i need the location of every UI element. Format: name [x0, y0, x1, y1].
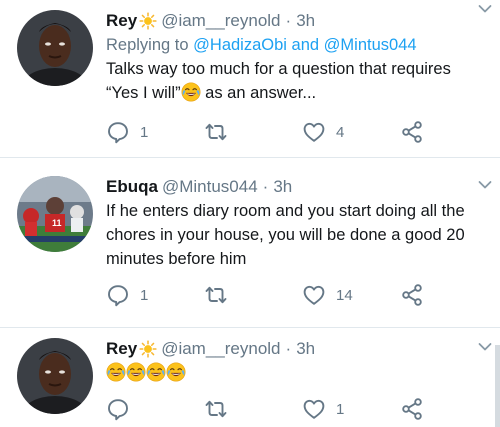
user-handle[interactable]: @Mintus044 [162, 177, 258, 197]
chevron-down-icon[interactable] [478, 4, 492, 14]
tweet[interactable]: Rey @iam__reynold · 3h 1 [0, 328, 500, 427]
reply-icon [106, 120, 130, 144]
timestamp[interactable]: 3h [296, 11, 315, 31]
share-button[interactable] [400, 282, 424, 308]
laughing-crying-emoji [106, 362, 126, 382]
mention-link[interactable]: @Mintus044 [324, 36, 417, 54]
reply-count: 1 [140, 286, 149, 304]
chevron-down-icon[interactable] [478, 342, 492, 352]
tweet[interactable]: 11 Ebuqa @Mintus044 · 3h If he enters di… [0, 158, 500, 328]
like-icon [302, 283, 326, 307]
reply-icon [106, 283, 130, 307]
share-icon [400, 283, 424, 307]
sun-emoji [139, 12, 157, 30]
avatar[interactable] [17, 338, 93, 414]
chevron-down-icon[interactable] [478, 180, 492, 190]
tweet-actions: 1 14 [106, 282, 446, 308]
tweet-text: Talks way too much for a question that r… [106, 57, 486, 105]
avatar[interactable]: 11 [17, 176, 93, 252]
display-name[interactable]: Rey [106, 11, 137, 31]
reply-count: 1 [140, 123, 149, 141]
laughing-crying-emoji [181, 82, 201, 102]
timestamp[interactable]: 3h [273, 177, 292, 197]
reply-button[interactable]: 1 [106, 119, 148, 145]
tweet-header: Ebuqa @Mintus044 · 3h [106, 175, 486, 199]
avatar[interactable] [17, 10, 93, 86]
laughing-crying-emoji [146, 362, 166, 382]
tweet[interactable]: Rey @iam__reynold · 3h Replying to @Hadi… [0, 0, 500, 158]
reply-button[interactable] [106, 396, 130, 422]
laughing-crying-emoji [166, 362, 186, 382]
share-icon [400, 120, 424, 144]
sun-emoji [139, 340, 157, 358]
like-button[interactable]: 4 [302, 119, 344, 145]
replying-prefix: Replying to [106, 36, 189, 54]
reply-icon [106, 397, 130, 421]
like-button[interactable]: 1 [302, 396, 344, 422]
tweet-text-line: “Yes I will” as an answer... [106, 81, 486, 105]
tweet-actions: 1 4 [106, 119, 446, 145]
display-name[interactable]: Ebuqa [106, 177, 158, 197]
tweet-text-tail: as an answer... [200, 84, 317, 102]
share-button[interactable] [400, 119, 424, 145]
tweet-quote: “Yes I will” [106, 84, 181, 102]
separator-dot: · [285, 339, 292, 358]
like-count: 14 [336, 286, 353, 304]
scrollbar[interactable] [495, 345, 500, 427]
replying-and[interactable]: and [292, 36, 320, 54]
tweet-header: Rey @iam__reynold · 3h [106, 337, 486, 361]
tweet-text: If he enters diary room and you start do… [106, 202, 465, 268]
display-name[interactable]: Rey [106, 339, 137, 359]
retweet-button[interactable] [204, 282, 228, 308]
tweet-text-line: Talks way too much for a question that r… [106, 60, 451, 78]
laughing-crying-emoji [126, 362, 146, 382]
user-handle[interactable]: @iam__reynold [161, 339, 280, 359]
share-icon [400, 397, 424, 421]
separator-dot: · [262, 177, 269, 196]
mention-link[interactable]: @HadizaObi [193, 36, 287, 54]
retweet-button[interactable] [204, 119, 228, 145]
timestamp[interactable]: 3h [296, 339, 315, 359]
like-count: 1 [336, 400, 345, 418]
tweet-header: Rey @iam__reynold · 3h [106, 9, 486, 33]
user-handle[interactable]: @iam__reynold [161, 11, 280, 31]
retweet-icon [204, 120, 228, 144]
share-button[interactable] [400, 396, 424, 422]
like-count: 4 [336, 123, 345, 141]
tweet-text [106, 361, 486, 387]
separator-dot: · [285, 11, 292, 30]
replying-to: Replying to @HadizaObi and @Mintus044 [106, 33, 486, 57]
svg-text:11: 11 [52, 218, 62, 228]
like-button[interactable]: 14 [302, 282, 353, 308]
reply-button[interactable]: 1 [106, 282, 148, 308]
like-icon [302, 120, 326, 144]
like-icon [302, 397, 326, 421]
tweet-actions: 1 [106, 396, 446, 422]
retweet-button[interactable] [204, 396, 228, 422]
retweet-icon [204, 283, 228, 307]
retweet-icon [204, 397, 228, 421]
